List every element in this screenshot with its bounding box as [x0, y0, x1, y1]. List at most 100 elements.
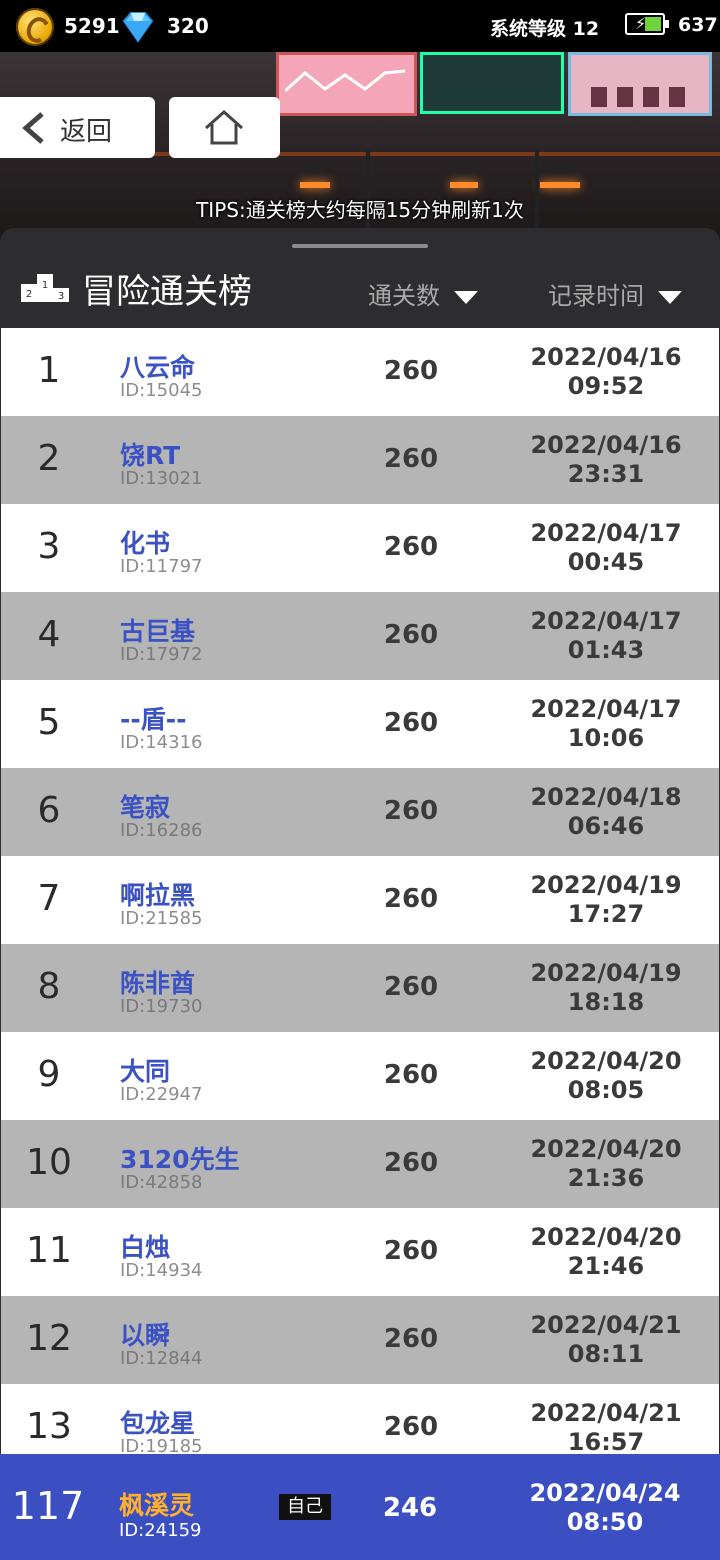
player-id: ID:11797	[120, 556, 203, 577]
record-date: 2022/04/16	[530, 431, 682, 459]
sort-arrow-icon	[658, 290, 682, 304]
record-date: 2022/04/17	[530, 607, 682, 635]
player-id: ID:14316	[120, 732, 203, 753]
decor-screen	[568, 52, 712, 116]
table-row[interactable]: 4 古巨基 ID:17972 260 2022/04/17 01:43	[1, 592, 719, 680]
record-clock: 08:11	[567, 1340, 645, 1368]
system-level: 系统等级 12	[490, 18, 600, 40]
player-name: 饶RT	[120, 441, 181, 470]
sort-arrow-icon	[454, 290, 478, 304]
player-name: 陈非酋	[120, 969, 196, 998]
back-button-label: 返回	[60, 117, 113, 147]
refresh-tip: TIPS:通关榜大约每隔15分钟刷新1次	[196, 198, 524, 222]
status-bar: 5291 320 系统等级 12 ⚡ 637	[0, 0, 720, 52]
player-id: ID:15045	[120, 380, 203, 401]
svg-text:1: 1	[42, 280, 48, 291]
podium-icon: 1 2 3	[21, 274, 69, 302]
clear-count: 260	[383, 356, 439, 386]
decor-screen	[276, 52, 417, 116]
rank: 12	[26, 1318, 72, 1359]
player-id: ID:14934	[120, 1260, 203, 1281]
record-clock: 06:46	[567, 812, 645, 840]
player-name: 笔寂	[120, 793, 171, 822]
record-clock: 21:46	[567, 1252, 645, 1280]
table-row[interactable]: 1 八云命 ID:15045 260 2022/04/16 09:52	[1, 328, 719, 416]
record-date: 2022/04/21	[530, 1399, 682, 1427]
record-date: 2022/04/19	[530, 959, 682, 987]
player-id: ID:13021	[120, 468, 203, 489]
coin-count: 5291	[64, 14, 120, 38]
record-clock: 23:31	[567, 460, 645, 488]
record-clock: 18:18	[567, 988, 645, 1016]
record-time: 2022/04/17 01:43	[511, 607, 701, 665]
rank: 11	[26, 1230, 72, 1271]
table-row[interactable]: 13 包龙星 ID:19185 260 2022/04/21 16:57	[1, 1384, 719, 1454]
rank: 10	[26, 1142, 72, 1183]
own-rank-row[interactable]: 117 枫溪灵 ID:24159 自己 246 2022/04/24 08:50	[0, 1454, 720, 1560]
player-id: ID:19730	[120, 996, 203, 1017]
record-clock: 17:27	[567, 900, 645, 928]
record-clock: 08:05	[567, 1076, 645, 1104]
player-id: ID:12844	[120, 1348, 203, 1369]
table-row[interactable]: 10 3120先生 ID:42858 260 2022/04/20 21:36	[1, 1120, 719, 1208]
table-row[interactable]: 12 以瞬 ID:12844 260 2022/04/21 08:11	[1, 1296, 719, 1384]
player-id: ID:19185	[120, 1436, 203, 1454]
clear-count: 260	[383, 532, 439, 562]
record-date: 2022/04/20	[530, 1223, 682, 1251]
record-date: 2022/04/21	[530, 1311, 682, 1339]
rank: 4	[37, 614, 61, 655]
sort-by-clears[interactable]: 通关数	[368, 276, 478, 311]
table-row[interactable]: 11 白烛 ID:14934 260 2022/04/20 21:46	[1, 1208, 719, 1296]
clear-count: 260	[383, 708, 439, 738]
table-row[interactable]: 5 --盾-- ID:14316 260 2022/04/17 10:06	[1, 680, 719, 768]
record-date: 2022/04/17	[530, 695, 682, 723]
record-time: 2022/04/20 08:05	[511, 1047, 701, 1105]
clear-count: 260	[383, 1324, 439, 1354]
record-date: 2022/04/20	[530, 1047, 682, 1075]
decor-screen	[420, 52, 564, 114]
table-row[interactable]: 9 大同 ID:22947 260 2022/04/20 08:05	[1, 1032, 719, 1120]
gem-count: 320	[167, 14, 209, 38]
player-id: ID:17972	[120, 644, 203, 665]
clear-count: 260	[383, 884, 439, 914]
leaderboard-list[interactable]: 1 八云命 ID:15045 260 2022/04/16 09:52 2 饶RT…	[1, 328, 719, 1454]
home-button[interactable]	[169, 97, 280, 158]
record-time: 2022/04/20 21:36	[511, 1135, 701, 1193]
table-row[interactable]: 2 饶RT ID:13021 260 2022/04/16 23:31	[1, 416, 719, 504]
sort-by-time-label: 记录时间	[548, 282, 644, 310]
clear-count: 260	[383, 620, 439, 650]
rank: 13	[26, 1406, 72, 1447]
sort-by-time[interactable]: 记录时间	[548, 276, 682, 311]
svg-text:2: 2	[26, 289, 32, 300]
player-id: ID:21585	[120, 908, 203, 929]
table-row[interactable]: 7 啊拉黑 ID:21585 260 2022/04/19 17:27	[1, 856, 719, 944]
back-button[interactable]: 返回	[0, 97, 155, 158]
record-clock: 16:57	[567, 1428, 645, 1454]
record-clock: 01:43	[567, 636, 645, 664]
own-record-date: 2022/04/24	[529, 1479, 681, 1507]
table-row[interactable]: 6 笔寂 ID:16286 260 2022/04/18 06:46	[1, 768, 719, 856]
record-time: 2022/04/16 23:31	[511, 431, 701, 489]
rank: 5	[37, 702, 61, 743]
clear-count: 260	[383, 444, 439, 474]
clear-count: 260	[383, 796, 439, 826]
rank: 2	[37, 438, 61, 479]
player-name: 包龙星	[120, 1409, 196, 1438]
drag-handle[interactable]	[292, 244, 428, 248]
player-name: --盾--	[120, 705, 187, 734]
rank: 7	[37, 878, 61, 919]
clear-count: 260	[383, 1060, 439, 1090]
battery-icon: ⚡	[625, 13, 669, 35]
player-name: 啊拉黑	[120, 881, 196, 910]
table-row[interactable]: 3 化书 ID:11797 260 2022/04/17 00:45	[1, 504, 719, 592]
table-row[interactable]: 8 陈非酋 ID:19730 260 2022/04/19 18:18	[1, 944, 719, 1032]
rank: 9	[37, 1054, 61, 1095]
player-id: ID:16286	[120, 820, 203, 841]
own-record-clock: 08:50	[566, 1508, 644, 1536]
own-clear-count: 246	[382, 1493, 438, 1523]
record-time: 2022/04/17 00:45	[511, 519, 701, 577]
player-name: 以瞬	[120, 1321, 171, 1350]
sort-by-clears-label: 通关数	[368, 282, 440, 310]
record-time: 2022/04/21 08:11	[511, 1311, 701, 1369]
player-name: 古巨基	[120, 617, 196, 646]
